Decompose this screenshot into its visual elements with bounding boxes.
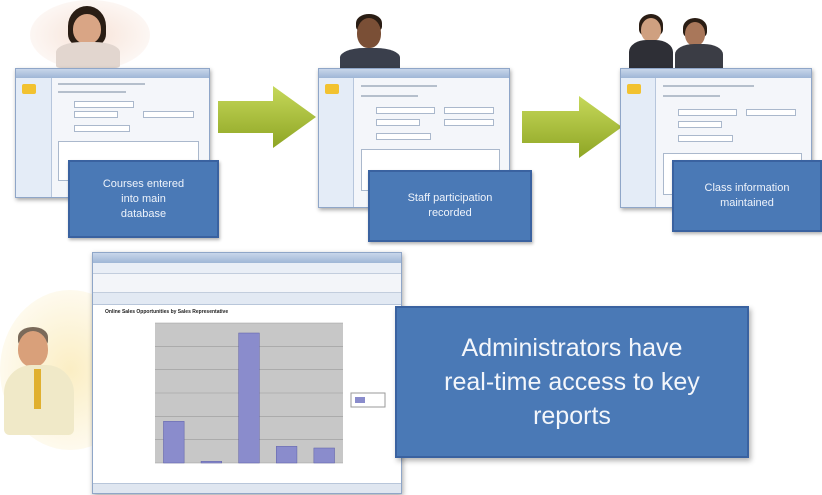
report-chart [155,322,386,464]
person-woman-icon [48,6,128,68]
caption-class-text: Class information maintained [704,182,790,209]
caption-courses-entered: Courses entered into main database [68,160,219,238]
caption-staff-participation: Staff participation recorded [368,170,532,242]
chart-bar [313,447,335,464]
person-man-icon [330,12,410,72]
caption-courses-text: Courses entered into main database [102,177,185,220]
chart-bar [238,332,260,464]
report-tab-strip [93,274,401,293]
chart-bar [276,446,298,464]
report-title-bar [93,253,401,263]
chart-bar [200,461,222,464]
report-address-bar [93,263,401,274]
headline-text: Administrators have real-time access to … [444,334,700,430]
caption-staff-text: Staff participation recorded [407,192,493,219]
arrow-right-icon-2 [522,96,622,158]
caption-class-information: Class information maintained [672,160,822,232]
headline-box: Administrators have real-time access to … [395,306,749,458]
chart-legend-swatch [355,397,365,403]
chart-bar [163,421,185,464]
people-meeting-icon [625,14,735,70]
report-status-bar [93,483,401,493]
report-toolbar [93,293,401,305]
administrator-man-icon [4,325,92,435]
report-window: Online Sales Opportunities by Sales Repr… [92,252,402,494]
arrow-right-icon-1 [218,86,316,148]
